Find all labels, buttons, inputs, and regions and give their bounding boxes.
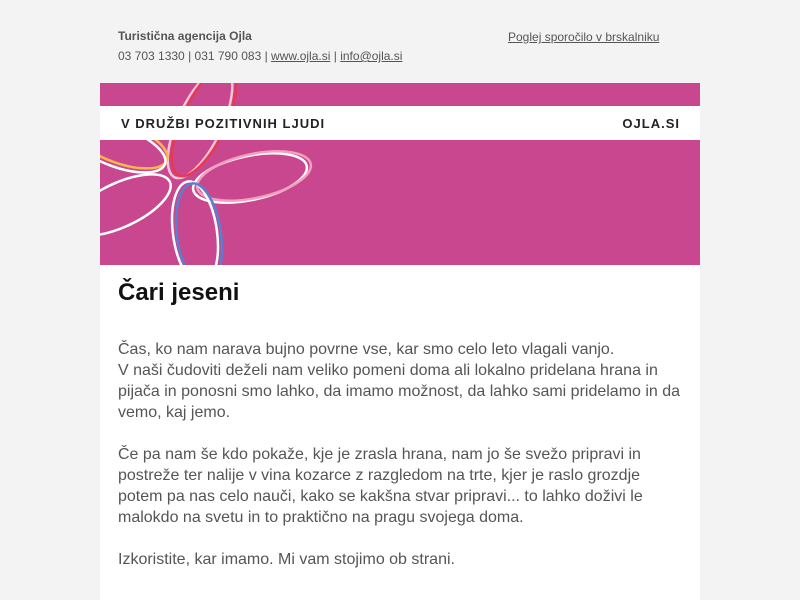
paragraph-2: Če pa nam še kdo pokaže, kje je zrasla h… <box>118 446 643 526</box>
email-page: Turistična agencija Ojla 03 703 1330 | 0… <box>0 0 800 600</box>
article-body: Čas, ko nam narava bujno povrne vse, kar… <box>118 339 688 591</box>
paragraph-3: Izkoristite, kar imamo. Mi vam stojimo o… <box>118 551 455 568</box>
phone-numbers: 03 703 1330 | 031 790 083 | <box>118 49 268 63</box>
website-link[interactable]: www.ojla.si <box>271 49 330 63</box>
banner-site-name[interactable]: OJLA.SI <box>622 116 680 131</box>
email-link[interactable]: info@ojla.si <box>340 49 402 63</box>
paragraph-1-line-2: V naši čudoviti deželi nam veliko pomeni… <box>118 362 681 421</box>
contact-line: 03 703 1330 | 031 790 083 | www.ojla.si … <box>118 49 402 63</box>
header-banner: V DRUŽBI POZITIVNIH LJUDI OJLA.SI <box>100 83 700 265</box>
company-name: Turistična agencija Ojla <box>118 29 252 43</box>
view-in-browser-link[interactable]: Poglej sporočilo v brskalniku <box>508 30 659 44</box>
paragraph-1-line-1: Čas, ko nam narava bujno povrne vse, kar… <box>118 341 615 358</box>
article-title: Čari jeseni <box>118 279 240 306</box>
banner-tagline: V DRUŽBI POZITIVNIH LJUDI <box>121 116 326 131</box>
article-content: Čari jeseni Čas, ko nam narava bujno pov… <box>100 265 700 600</box>
paragraph-1: Čas, ko nam narava bujno povrne vse, kar… <box>118 339 688 423</box>
contact-separator: | <box>333 49 337 63</box>
